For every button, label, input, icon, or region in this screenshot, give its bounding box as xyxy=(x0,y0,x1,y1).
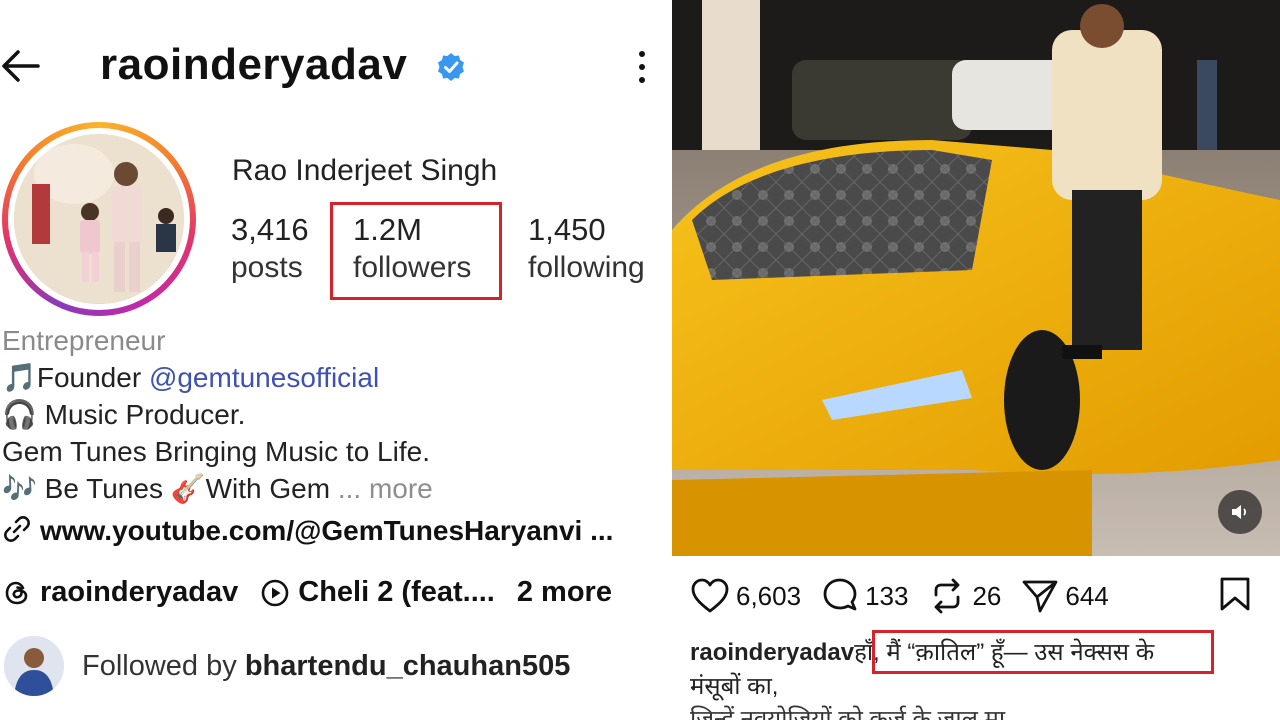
caption-line-3: जिन्हें नवयोजियों को कर्ज़ के जाल मा xyxy=(690,706,1006,720)
bio-line-founder: 🎵Founder @gemtunesofficial xyxy=(2,359,670,396)
profile-username: raoinderyadav xyxy=(100,40,408,89)
profile-link[interactable]: www.youtube.com/@GemTunesHaryanvi ... xyxy=(2,514,613,547)
post-photo xyxy=(672,0,1280,556)
following-stat[interactable]: 1,450 following xyxy=(528,212,645,288)
mute-button[interactable] xyxy=(1218,490,1262,534)
post-image[interactable] xyxy=(672,0,1280,556)
repost-action[interactable]: 26 xyxy=(928,577,1001,615)
shares-count: 644 xyxy=(1065,580,1109,611)
bio-founder-text: 🎵Founder xyxy=(2,362,149,393)
bio-line-tagline: Gem Tunes Bringing Music to Life. xyxy=(2,436,430,467)
back-arrow-icon[interactable] xyxy=(0,44,44,88)
link-icon xyxy=(4,516,30,542)
followed-by-user[interactable]: bhartendu_chauhan505 xyxy=(245,650,571,682)
verified-badge-icon xyxy=(438,53,464,81)
comment-action[interactable]: 133 xyxy=(821,578,908,614)
more-options-icon[interactable] xyxy=(632,50,652,84)
profile-chips-row: raoinderyadav Cheli 2 (feat.... 2 more xyxy=(2,576,634,609)
bookmark-icon[interactable] xyxy=(1218,576,1252,612)
caption-highlight-box xyxy=(872,630,1214,674)
follower-avatar xyxy=(4,636,64,696)
bio-tunes-text: 🎶 Be Tunes 🎸With Gem xyxy=(2,473,331,504)
posts-label: posts xyxy=(231,251,303,284)
play-circle-icon xyxy=(261,579,289,606)
send-icon xyxy=(1022,580,1058,613)
followed-by-row[interactable]: Followed by bhartendu_chauhan505 xyxy=(4,636,570,696)
share-action[interactable]: 644 xyxy=(1021,578,1109,614)
post-actions: 6,603 133 26 644 xyxy=(690,576,1270,616)
caption-line-2: मंसूबों का, xyxy=(690,673,779,700)
repost-icon xyxy=(935,578,960,614)
profile-photo xyxy=(14,134,184,304)
like-action[interactable]: 6,603 xyxy=(690,578,801,614)
followed-by-prefix: Followed by xyxy=(82,649,245,682)
followers-highlight-box xyxy=(330,202,502,300)
followed-by-text: Followed by bhartendu_chauhan505 xyxy=(82,650,570,683)
posts-stat[interactable]: 3,416 posts xyxy=(231,212,309,288)
comments-count: 133 xyxy=(865,580,909,611)
likes-count: 6,603 xyxy=(736,580,802,611)
bio-mention-link[interactable]: @gemtunesofficial xyxy=(149,362,379,393)
following-count: 1,450 xyxy=(528,212,606,247)
reposts-count: 26 xyxy=(972,580,1002,611)
post-panel: 6,603 133 26 644 raoinderyadavहाँ, मैं “… xyxy=(670,0,1280,720)
threads-handle: raoinderyadav xyxy=(40,576,239,608)
bio-line-producer: 🎧 Music Producer. xyxy=(2,399,246,430)
profile-bio: Entrepreneur 🎵Founder @gemtunesofficial … xyxy=(2,322,670,507)
profile-link-text: www.youtube.com/@GemTunesHaryanvi ... xyxy=(40,515,614,546)
bio-line-tunes: 🎶 Be Tunes 🎸With Gem ... more xyxy=(2,470,670,507)
threads-icon xyxy=(5,581,28,604)
following-label: following xyxy=(528,251,645,284)
more-chip[interactable]: 2 more xyxy=(517,576,612,609)
threads-chip[interactable]: raoinderyadav xyxy=(2,576,238,609)
profile-full-name: Rao Inderjeet Singh xyxy=(232,154,498,187)
speaker-icon xyxy=(1232,505,1247,519)
profile-panel: raoinderyadav Rao Inderjeet Singh 3,416 … xyxy=(0,0,670,720)
bio-more-link[interactable]: ... more xyxy=(330,473,433,504)
caption-username[interactable]: raoinderyadav xyxy=(690,639,854,666)
profile-avatar[interactable] xyxy=(2,122,196,316)
heart-icon xyxy=(691,578,729,613)
music-chip[interactable]: Cheli 2 (feat.... xyxy=(260,576,495,609)
music-chip-text: Cheli 2 (feat.... xyxy=(298,576,495,608)
comment-icon xyxy=(823,578,857,611)
bio-category: Entrepreneur xyxy=(2,325,166,356)
posts-count: 3,416 xyxy=(231,212,309,247)
